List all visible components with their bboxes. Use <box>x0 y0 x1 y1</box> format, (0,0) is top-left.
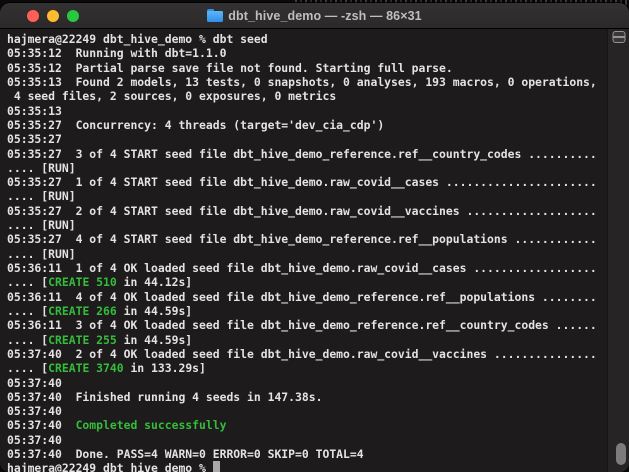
terminal-window: dbt_hive_demo — -zsh — 86×31 hajmera@222… <box>0 3 629 472</box>
traffic-lights <box>0 9 79 22</box>
terminal-line: .... [RUN] <box>7 189 76 204</box>
terminal-line: 05:36:11 4 of 4 OK loaded seed file dbt_… <box>7 289 597 304</box>
zoom-button[interactable] <box>67 9 79 22</box>
terminal-line: 05:35:27 1 of 4 START seed file dbt_hive… <box>7 175 597 190</box>
terminal-line: hajmera@22249 dbt_hive_demo % <box>7 461 607 472</box>
terminal-line: .... [CREATE 255 in 44.59s] <box>7 332 193 347</box>
terminal-line: 05:36:11 1 of 4 OK loaded seed file dbt_… <box>7 261 597 275</box>
close-button[interactable] <box>27 9 39 22</box>
terminal-output[interactable]: hajmera@22249 dbt_hive_demo % dbt seed 05… <box>0 29 607 472</box>
scrollbar-track[interactable] <box>607 29 629 472</box>
terminal-line: 05:37:40 <box>7 404 62 419</box>
terminal-line: 05:35:13 Found 2 models, 13 tests, 0 sna… <box>7 74 597 89</box>
window-title: dbt_hive_demo — -zsh — 86×31 <box>228 8 422 23</box>
terminal-line: 05:37:40 2 of 4 OK loaded seed file dbt_… <box>7 346 597 361</box>
terminal-line: 05:35:27 4 of 4 START seed file dbt_hive… <box>7 232 597 247</box>
terminal-line: .... [CREATE 510 in 44.12s] <box>7 275 193 290</box>
terminal-line: 05:35:27 Concurrency: 4 threads (target=… <box>7 117 385 132</box>
scrollbar-thumb[interactable] <box>616 443 626 465</box>
terminal-line: 05:35:13 <box>7 103 62 118</box>
titlebar[interactable]: dbt_hive_demo — -zsh — 86×31 <box>0 3 629 29</box>
title-wrap: dbt_hive_demo — -zsh — 86×31 <box>0 3 629 28</box>
terminal-line: 05:37:40 Done. PASS=4 WARN=0 ERROR=0 SKI… <box>7 447 364 462</box>
terminal-line: 4 seed files, 2 sources, 0 exposures, 0 … <box>7 89 337 104</box>
folder-icon <box>207 9 224 22</box>
terminal-line: hajmera@22249 dbt_hive_demo % dbt seed <box>7 32 268 46</box>
terminal-line: 05:36:11 3 of 4 OK loaded seed file dbt_… <box>7 318 597 333</box>
terminal-line: 05:35:12 Running with dbt=1.1.0 <box>7 46 227 61</box>
terminal-line: 05:35:27 <box>7 132 62 147</box>
terminal-line: .... [CREATE 266 in 44.59s] <box>7 303 193 318</box>
terminal-line: .... [RUN] <box>7 218 76 233</box>
terminal-area: hajmera@22249 dbt_hive_demo % dbt seed 05… <box>0 29 629 472</box>
split-pane-button[interactable] <box>612 31 625 43</box>
terminal-line: 05:37:40 Finished running 4 seeds in 147… <box>7 389 323 404</box>
terminal-line: 05:35:12 Partial parse save file not fou… <box>7 60 453 75</box>
terminal-line: 05:37:40 <box>7 375 62 390</box>
terminal-line: .... [RUN] <box>7 160 76 175</box>
terminal-line: .... [CREATE 3740 in 133.29s] <box>7 361 206 376</box>
minimize-button[interactable] <box>47 9 59 22</box>
terminal-line: 05:35:27 2 of 4 START seed file dbt_hive… <box>7 203 597 218</box>
terminal-line: .... [RUN] <box>7 246 76 261</box>
terminal-line: 05:37:40 Completed successfully <box>7 418 227 433</box>
terminal-line: 05:37:40 <box>7 432 62 447</box>
terminal-line: 05:35:27 3 of 4 START seed file dbt_hive… <box>7 146 597 161</box>
